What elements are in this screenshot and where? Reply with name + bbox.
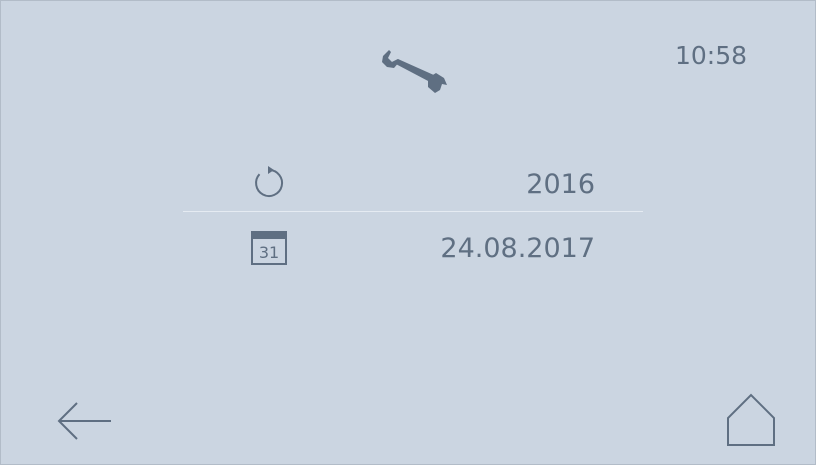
home-icon (727, 393, 775, 446)
clock: 10:58 (675, 41, 748, 70)
wrench-icon (382, 50, 447, 93)
arrow-left-icon (57, 402, 111, 440)
row-value-date: 24.08.2017 (440, 233, 595, 264)
row-divider (183, 211, 643, 212)
calendar-icon-day: 31 (259, 243, 279, 262)
home-button[interactable] (721, 391, 781, 447)
row-value-year: 2016 (526, 169, 595, 200)
settings-screen: 10:58 2016 31 24.08.2017 (0, 0, 816, 465)
back-button[interactable] (55, 395, 115, 451)
calendar-icon: 31 (251, 231, 287, 265)
refresh-icon (255, 166, 284, 197)
